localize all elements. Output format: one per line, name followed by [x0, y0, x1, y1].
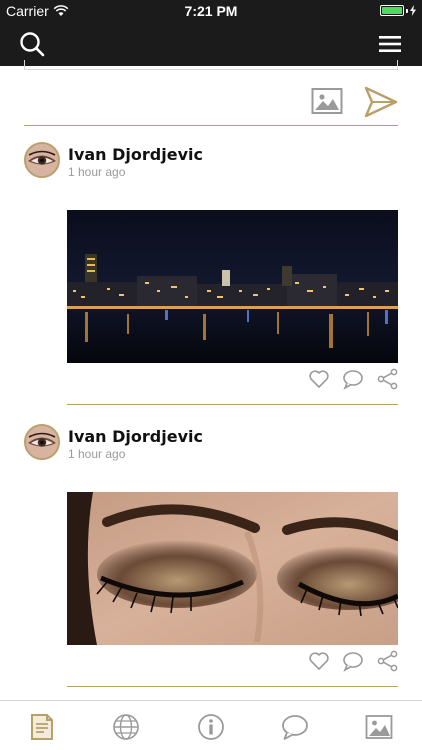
feed-icon[interactable]: [28, 713, 56, 741]
image-icon[interactable]: [311, 86, 343, 116]
like-heart-icon[interactable]: [308, 368, 330, 390]
city-night-skyline-image: [67, 210, 398, 363]
post-author-name[interactable]: Ivan Djordjevic: [68, 145, 203, 164]
share-icon[interactable]: [377, 650, 399, 672]
feed-post: Ivan Djordjevic 1 hour ago: [0, 142, 422, 424]
post-photo[interactable]: [67, 492, 398, 645]
send-icon[interactable]: [364, 86, 398, 118]
feed-post: Ivan Djordjevic 1 hour ago: [0, 424, 422, 706]
battery-indicator: [380, 5, 416, 16]
avatar[interactable]: [24, 424, 60, 460]
post-input-field[interactable]: [24, 60, 398, 70]
share-icon[interactable]: [377, 368, 399, 390]
post-timestamp: 1 hour ago: [68, 165, 126, 179]
post-timestamp: 1 hour ago: [68, 447, 126, 461]
post-divider: [67, 686, 398, 687]
battery-icon: [380, 5, 404, 16]
eye-avatar-image: [26, 144, 58, 176]
info-icon[interactable]: [197, 713, 225, 741]
clock: 7:21 PM: [184, 3, 238, 19]
search-icon[interactable]: [18, 30, 46, 58]
bottom-tab-bar: [0, 700, 422, 750]
smoky-eye-makeup-image: [67, 492, 398, 645]
charging-bolt-icon: [410, 5, 416, 16]
comment-bubble-icon[interactable]: [342, 368, 364, 390]
post-author-name[interactable]: Ivan Djordjevic: [68, 427, 203, 446]
status-bar: Carrier 7:21 PM: [0, 0, 422, 22]
eye-avatar-image: [26, 426, 58, 458]
chat-icon[interactable]: [281, 713, 309, 741]
composer-divider: [24, 125, 398, 126]
post-photo[interactable]: [67, 210, 398, 363]
gallery-icon[interactable]: [365, 713, 393, 741]
globe-icon[interactable]: [112, 713, 140, 741]
post-divider: [67, 404, 398, 405]
hamburger-menu-icon[interactable]: [376, 32, 404, 56]
like-heart-icon[interactable]: [308, 650, 330, 672]
avatar[interactable]: [24, 142, 60, 178]
comment-bubble-icon[interactable]: [342, 650, 364, 672]
